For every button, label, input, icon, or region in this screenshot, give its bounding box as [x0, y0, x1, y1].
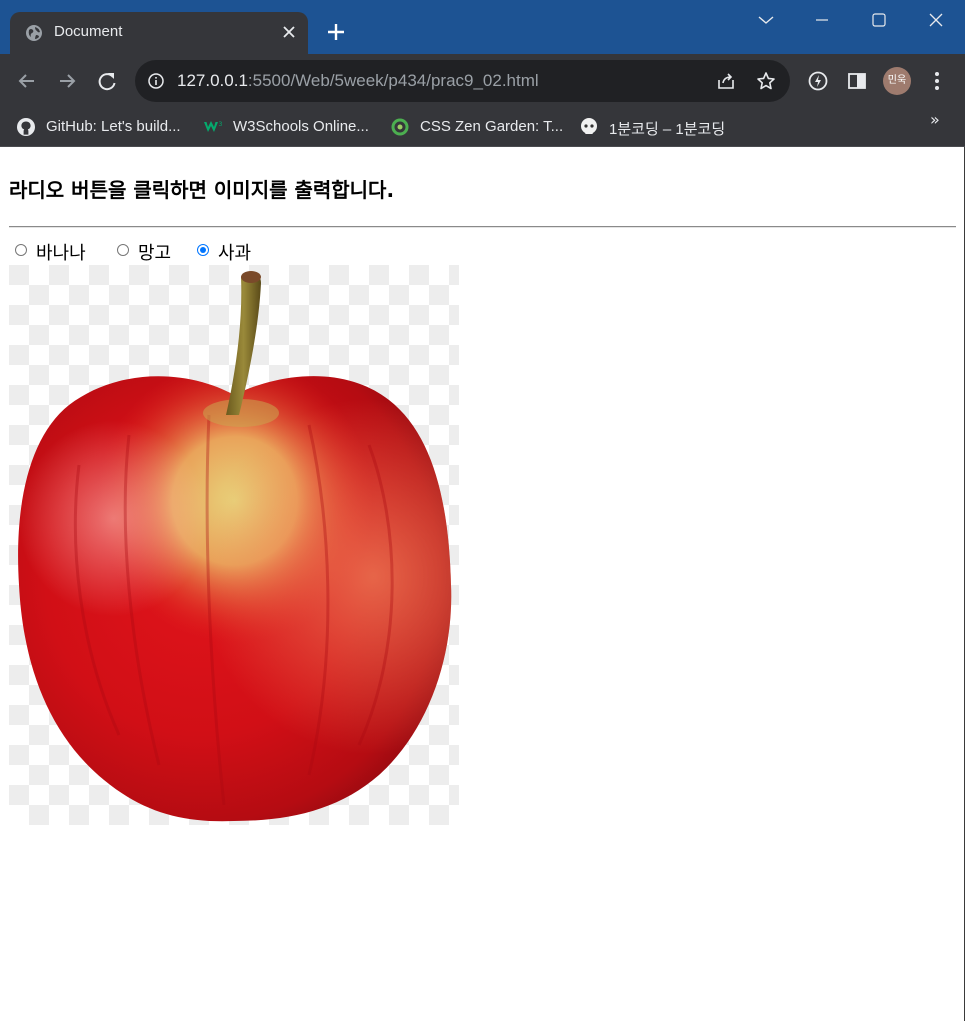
bookmark-label: CSS Zen Garden: T...: [420, 118, 564, 135]
bookmark-label: GitHub: Let's build...: [46, 118, 181, 135]
address-bar[interactable]: 127.0.0.1:5500/Web/5week/p434/prac9_02.h…: [135, 60, 790, 102]
bookmark-1bun-coding[interactable]: 1분코딩 – 1분코딩: [579, 114, 739, 140]
radio-banana[interactable]: 바나나: [15, 239, 105, 264]
more-menu-icon[interactable]: [926, 70, 948, 92]
bookmark-github[interactable]: GitHub: Let's build...: [16, 114, 191, 140]
tab-search-chevron-icon[interactable]: [754, 10, 778, 30]
profile-avatar[interactable]: 민욱: [883, 67, 911, 95]
bookmarks-bar: GitHub: Let's build... 3 W3Schools Onlin…: [0, 108, 965, 147]
maximize-icon[interactable]: [867, 10, 891, 30]
minimize-icon[interactable]: [810, 10, 834, 30]
site-info-icon[interactable]: [147, 72, 165, 90]
performance-icon[interactable]: [807, 70, 829, 92]
url-text[interactable]: 127.0.0.1:5500/Web/5week/p434/prac9_02.h…: [177, 71, 539, 91]
close-window-icon[interactable]: [924, 10, 948, 30]
globe-icon: [26, 25, 42, 41]
radio-label: 사과: [218, 243, 252, 264]
radio-mango[interactable]: 망고: [117, 239, 187, 264]
apple-picture: [9, 265, 459, 825]
page-heading: 라디오 버튼을 클릭하면 이미지를 출력합니다.: [9, 178, 395, 202]
radio-apple[interactable]: 사과: [197, 239, 267, 264]
toolbar: 127.0.0.1:5500/Web/5week/p434/prac9_02.h…: [0, 54, 965, 108]
horizontal-rule: [9, 226, 956, 228]
forward-arrow-icon[interactable]: [54, 68, 80, 94]
share-icon[interactable]: [716, 71, 736, 91]
tab-document[interactable]: Document: [10, 12, 308, 54]
url-host: 127.0.0.1: [177, 71, 248, 90]
zen-garden-icon: [391, 118, 409, 136]
page-viewport: 라디오 버튼을 클릭하면 이미지를 출력합니다. 바나나 망고 사과: [0, 147, 965, 1021]
bookmarks-overflow-chevron[interactable]: »: [930, 110, 940, 129]
svg-text:3: 3: [219, 121, 223, 128]
radio-button[interactable]: [15, 244, 27, 256]
github-icon: [17, 118, 35, 136]
bookmark-label: W3Schools Online...: [233, 118, 369, 135]
bookmark-label: 1분코딩 – 1분코딩: [609, 121, 726, 138]
side-panel-icon[interactable]: [846, 70, 868, 92]
1bun-coding-icon: [581, 118, 597, 134]
w3schools-icon: 3: [204, 121, 223, 132]
new-tab-icon[interactable]: [326, 22, 346, 42]
radio-label: 망고: [138, 243, 172, 264]
bookmark-w3schools[interactable]: 3 W3Schools Online...: [203, 114, 373, 140]
reload-icon[interactable]: [94, 68, 120, 94]
close-tab-icon[interactable]: [280, 23, 298, 41]
title-bar: Document: [0, 0, 965, 54]
browser-window: Document 127.0.0.1:5500/Web/5week/p434/p…: [0, 0, 965, 1021]
bookmark-star-icon[interactable]: [756, 71, 776, 91]
radio-label: 바나나: [36, 243, 86, 264]
back-arrow-icon[interactable]: [14, 68, 40, 94]
tab-title: Document: [54, 23, 123, 40]
radio-button-checked[interactable]: [197, 244, 209, 256]
url-path: :5500/Web/5week/p434/prac9_02.html: [247, 71, 539, 90]
bookmark-css-zen-garden[interactable]: CSS Zen Garden: T...: [390, 114, 566, 140]
radio-button[interactable]: [117, 244, 129, 256]
fruit-image: [9, 265, 459, 825]
